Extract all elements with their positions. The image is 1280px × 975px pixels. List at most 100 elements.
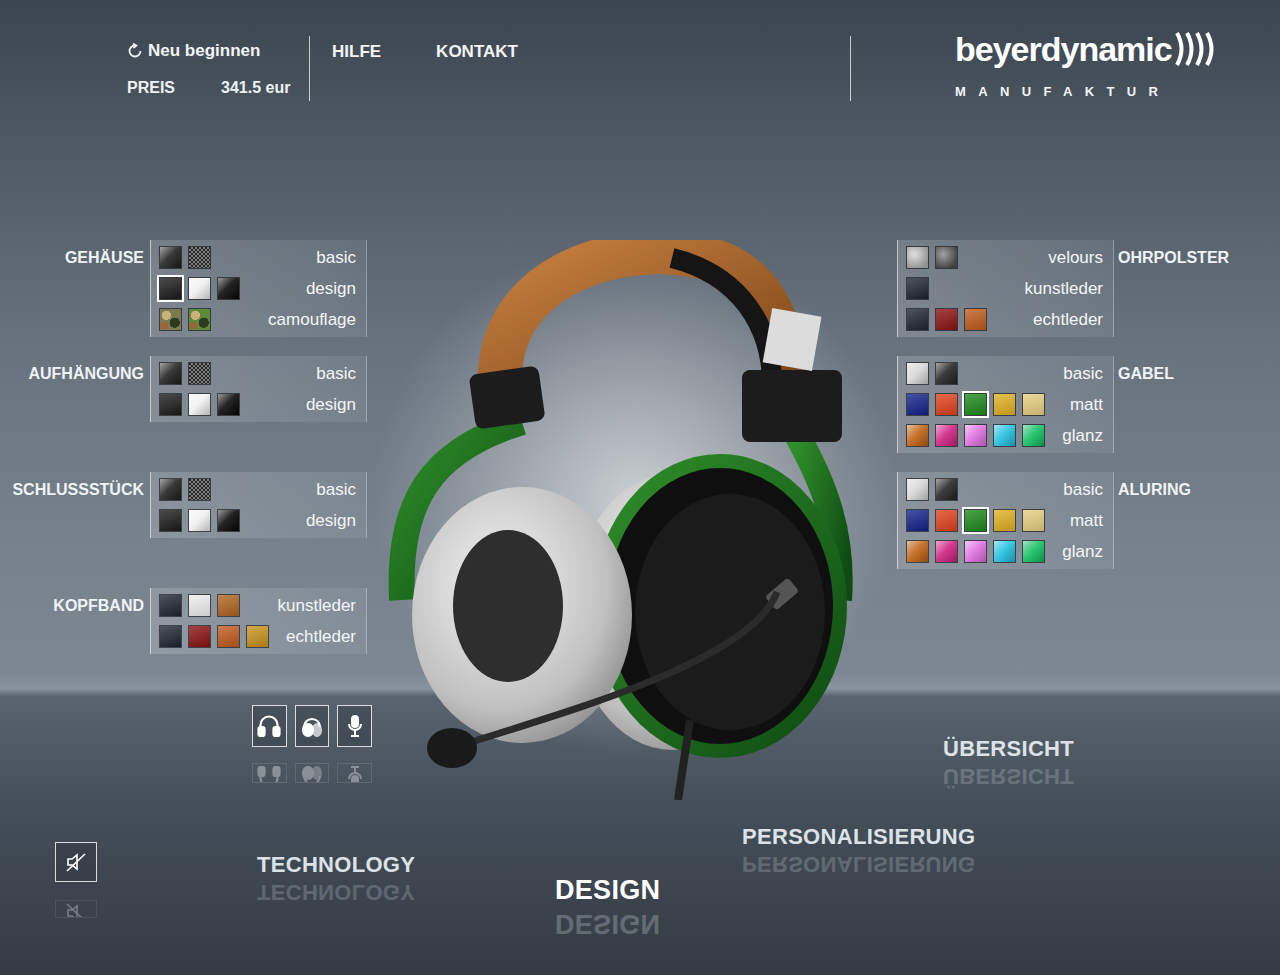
color-swatch[interactable] <box>935 362 958 385</box>
view-button[interactable] <box>337 705 372 747</box>
color-swatch[interactable] <box>188 393 211 416</box>
color-swatch[interactable] <box>935 246 958 269</box>
nav-label[interactable]: TECHNOLOGY <box>257 852 415 877</box>
color-swatch[interactable] <box>993 393 1016 416</box>
color-swatch[interactable] <box>1022 424 1045 447</box>
color-swatch[interactable] <box>993 509 1016 532</box>
color-swatch[interactable] <box>159 478 182 501</box>
header-link[interactable]: KONTAKT <box>436 39 518 65</box>
nav-link-item[interactable]: PERSONALISIERUNG <box>742 824 943 849</box>
swatch-texture <box>1023 541 1044 562</box>
color-swatch[interactable] <box>188 362 211 385</box>
view-button[interactable] <box>252 705 287 747</box>
color-swatch[interactable] <box>217 509 240 532</box>
nav-link-item[interactable]: DESIGN <box>555 875 742 906</box>
color-swatch[interactable] <box>1022 540 1045 563</box>
swatch-texture <box>936 394 957 415</box>
group-title: KOPFBAND <box>0 588 150 618</box>
swatch-list <box>906 393 1045 416</box>
nav-entry: ÜBERSICHTÜBERSICHT <box>943 736 1280 787</box>
option-row: basic <box>151 474 366 505</box>
option-label[interactable]: echtleder <box>278 624 356 650</box>
color-swatch[interactable] <box>964 509 987 532</box>
swatch-texture <box>907 363 928 384</box>
option-label[interactable]: design <box>298 276 356 302</box>
color-swatch[interactable] <box>993 540 1016 563</box>
color-swatch[interactable] <box>188 246 211 269</box>
color-swatch[interactable] <box>935 509 958 532</box>
color-swatch[interactable] <box>964 393 987 416</box>
color-swatch[interactable] <box>906 478 929 501</box>
front-view-icon <box>256 713 282 739</box>
option-label[interactable]: kunstleder <box>1017 276 1103 302</box>
option-label[interactable]: design <box>298 392 356 418</box>
color-swatch[interactable] <box>964 540 987 563</box>
color-swatch[interactable] <box>159 625 182 648</box>
color-swatch[interactable] <box>935 393 958 416</box>
color-swatch[interactable] <box>906 362 929 385</box>
option-label[interactable]: matt <box>1062 392 1103 418</box>
color-swatch[interactable] <box>1022 393 1045 416</box>
color-swatch[interactable] <box>906 277 929 300</box>
color-swatch[interactable] <box>159 594 182 617</box>
option-label[interactable]: basic <box>308 361 356 387</box>
color-swatch[interactable] <box>1022 509 1045 532</box>
color-swatch[interactable] <box>906 308 929 331</box>
color-swatch[interactable] <box>246 625 269 648</box>
headphone-icon[interactable] <box>372 240 897 800</box>
sound-toggle-button[interactable] <box>55 842 97 882</box>
color-swatch[interactable] <box>159 277 182 300</box>
color-swatch[interactable] <box>188 308 211 331</box>
color-swatch[interactable] <box>217 277 240 300</box>
option-panel: basic design camouflage <box>150 240 367 337</box>
color-swatch[interactable] <box>159 509 182 532</box>
option-label[interactable]: glanz <box>1054 539 1103 565</box>
color-swatch[interactable] <box>993 424 1016 447</box>
color-swatch[interactable] <box>935 540 958 563</box>
color-swatch[interactable] <box>188 509 211 532</box>
restart-label[interactable]: Neu beginnen <box>148 38 260 64</box>
color-swatch[interactable] <box>964 424 987 447</box>
nav-link-item[interactable]: TECHNOLOGY <box>257 852 555 877</box>
option-label[interactable]: basic <box>308 477 356 503</box>
nav-label[interactable]: DESIGN <box>555 875 660 905</box>
nav-label[interactable]: ÜBERSICHT <box>943 736 1074 761</box>
color-swatch[interactable] <box>935 308 958 331</box>
color-swatch[interactable] <box>906 246 929 269</box>
color-swatch[interactable] <box>906 393 929 416</box>
color-swatch[interactable] <box>217 393 240 416</box>
color-swatch[interactable] <box>188 277 211 300</box>
color-swatch[interactable] <box>935 424 958 447</box>
color-swatch[interactable] <box>159 362 182 385</box>
color-swatch[interactable] <box>159 393 182 416</box>
color-swatch[interactable] <box>906 509 929 532</box>
nav-entry: DESIGNDESIGN <box>555 875 742 937</box>
color-swatch[interactable] <box>188 594 211 617</box>
nav-link-item[interactable]: ÜBERSICHT <box>943 736 1280 761</box>
color-swatch[interactable] <box>906 540 929 563</box>
option-label[interactable]: kunstleder <box>270 593 356 619</box>
headphone-preview[interactable] <box>372 240 897 800</box>
option-label[interactable]: echtleder <box>1025 307 1103 333</box>
color-swatch[interactable] <box>935 478 958 501</box>
option-label[interactable]: basic <box>1055 477 1103 503</box>
color-swatch[interactable] <box>217 594 240 617</box>
color-swatch[interactable] <box>188 478 211 501</box>
option-label[interactable]: matt <box>1062 508 1103 534</box>
option-label[interactable]: basic <box>1055 361 1103 387</box>
color-swatch[interactable] <box>906 424 929 447</box>
option-label[interactable]: camouflage <box>260 307 356 333</box>
color-swatch[interactable] <box>188 625 211 648</box>
option-label[interactable]: design <box>298 508 356 534</box>
color-swatch[interactable] <box>159 246 182 269</box>
option-label[interactable]: glanz <box>1054 423 1103 449</box>
color-swatch[interactable] <box>159 308 182 331</box>
nav-label[interactable]: PERSONALISIERUNG <box>742 824 975 849</box>
header-link[interactable]: HILFE <box>332 39 381 65</box>
option-label[interactable]: basic <box>308 245 356 271</box>
restart-link[interactable]: Neu beginnen <box>127 36 309 64</box>
color-swatch[interactable] <box>964 308 987 331</box>
view-button[interactable] <box>295 705 330 747</box>
option-label[interactable]: velours <box>1040 245 1103 271</box>
color-swatch[interactable] <box>217 625 240 648</box>
